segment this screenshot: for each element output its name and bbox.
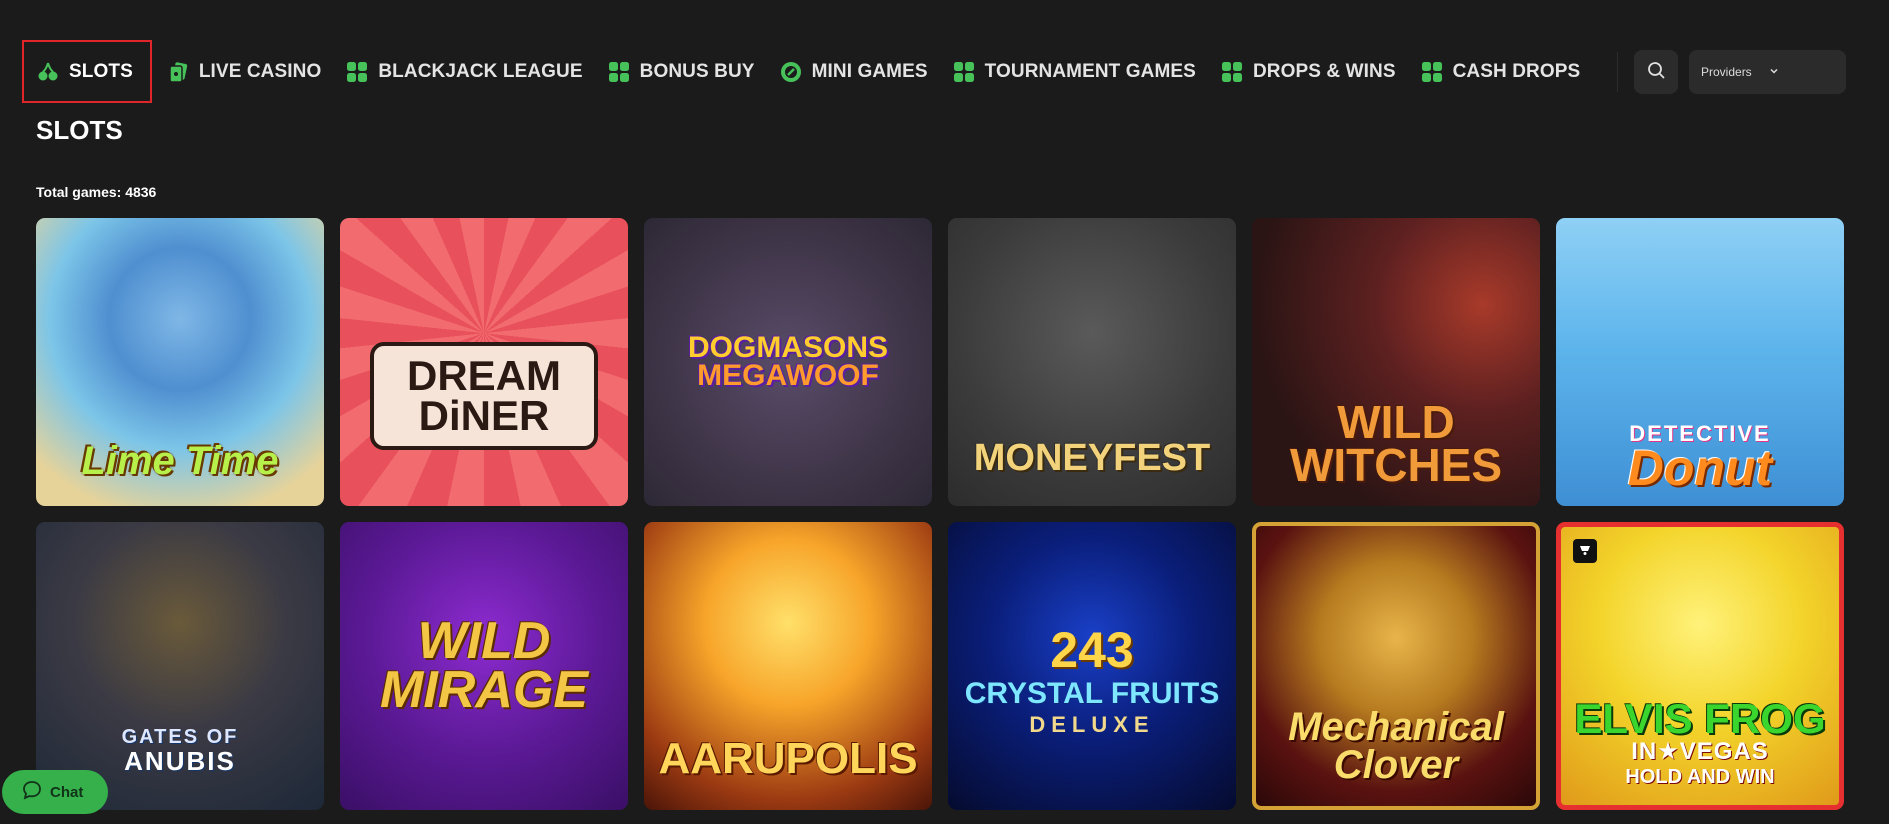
nav-item-drops-and-wins[interactable]: DROPS & WINS	[1208, 40, 1408, 103]
total-games-count: Total games: 4836	[36, 184, 157, 200]
game-title: DOGMASONS MEGAWOOF	[644, 332, 932, 392]
page-title: SLOTS	[36, 115, 123, 145]
nav-item-bonus-buy[interactable]: BONUS BUY	[595, 40, 767, 103]
game-title: Mechanical Clover	[1288, 705, 1504, 787]
game-subtitle: IN★VEGAS	[1631, 738, 1769, 766]
nav-item-live-casino[interactable]: LIVE CASINO	[154, 40, 334, 103]
game-title: Lime Time	[81, 439, 279, 483]
providers-label: Providers	[1701, 65, 1752, 79]
chat-bubble-icon	[22, 780, 50, 804]
search-button[interactable]	[1634, 50, 1678, 94]
nav-label: MINI GAMES	[811, 60, 928, 82]
game-title: 243 CRYSTAL FRUITS DELUXE	[948, 597, 1236, 736]
search-icon	[1646, 60, 1666, 85]
game-card-elvis-frog-in-vegas[interactable]: ELVIS FROG IN★VEGAS HOLD AND WIN	[1556, 522, 1844, 810]
game-title: AARUPOLIS	[658, 734, 918, 784]
nav-item-blackjack-league[interactable]: BLACKJACK LEAGUE	[333, 40, 594, 103]
game-card-dream-diner[interactable]: DREAM DiNER	[340, 218, 628, 506]
grid-icon	[1220, 60, 1244, 84]
chevron-down-icon	[1768, 65, 1835, 80]
game-subtitle: MEGAWOOF	[697, 359, 879, 392]
nav-label: DROPS & WINS	[1252, 60, 1396, 82]
grid-icon	[952, 60, 976, 84]
nav-label: BONUS BUY	[639, 60, 755, 82]
game-card-wild-mirage[interactable]: WILD MIRAGE	[340, 522, 628, 810]
nav-item-cash-drops[interactable]: CASH DROPS	[1408, 40, 1593, 103]
game-subtitle-2: HOLD AND WIN	[1625, 766, 1775, 788]
game-title: DREAM DiNER	[370, 342, 598, 450]
nav-item-slots[interactable]: SLOTS	[22, 40, 152, 103]
chat-button[interactable]: Chat	[2, 770, 108, 814]
game-card-gates-of-anubis[interactable]: GATES OF ANUBIS	[36, 522, 324, 810]
game-card-243-crystal-fruits-deluxe[interactable]: 243 CRYSTAL FRUITS DELUXE	[948, 522, 1236, 810]
game-card-detective-donut[interactable]: DETECTIVE Donut	[1556, 218, 1844, 506]
game-card-wild-witches[interactable]: WILD WITCHES	[1252, 218, 1540, 506]
grid-icon	[345, 60, 369, 84]
nav-item-mini-games[interactable]: MINI GAMES	[767, 40, 940, 103]
game-card-dogmasons-megawoof[interactable]: DOGMASONS MEGAWOOF	[644, 218, 932, 506]
nav-label: CASH DROPS	[1452, 60, 1581, 82]
game-title: MONEYFEST	[973, 436, 1211, 479]
category-nav: SLOTS LIVE CASINO BLACKJACK LEAGUE BONUS…	[22, 40, 1592, 103]
feature-badge	[1573, 539, 1597, 563]
cherries-icon	[36, 60, 60, 84]
game-title: WILD WITCHES	[1289, 395, 1503, 492]
game-title: WILD MIRAGE	[380, 611, 588, 719]
nav-label: SLOTS	[69, 60, 133, 82]
game-card-mechanical-clover[interactable]: Mechanical Clover	[1252, 522, 1540, 810]
nav-label: TOURNAMENT GAMES	[984, 60, 1196, 82]
game-card-moneyfest[interactable]: MONEYFEST	[948, 218, 1236, 506]
drop-icon	[1577, 541, 1593, 562]
game-title: ELVIS FROG IN★VEGAS HOLD AND WIN	[1561, 698, 1839, 805]
chat-label: Chat	[50, 783, 84, 801]
grid-icon	[607, 60, 631, 84]
nav-label: LIVE CASINO	[198, 60, 322, 82]
game-subtitle: CRYSTAL FRUITS	[964, 677, 1220, 711]
game-subtitle-2: DELUXE	[1029, 711, 1155, 737]
games-grid: Lime Time DREAM DiNER DOGMASONS MEGAWOOF …	[36, 218, 1844, 810]
nav-divider	[1617, 52, 1618, 92]
nav-item-tournament-games[interactable]: TOURNAMENT GAMES	[940, 40, 1208, 103]
nav-label: BLACKJACK LEAGUE	[378, 60, 583, 82]
target-icon	[779, 60, 803, 84]
providers-dropdown[interactable]: Providers	[1689, 50, 1846, 94]
cards-icon	[166, 60, 190, 84]
game-card-aarupolis[interactable]: AARUPOLIS	[644, 522, 932, 810]
game-card-lime-time[interactable]: Lime Time	[36, 218, 324, 506]
game-title: DETECTIVE Donut	[1627, 420, 1773, 496]
grid-icon	[1420, 60, 1444, 84]
